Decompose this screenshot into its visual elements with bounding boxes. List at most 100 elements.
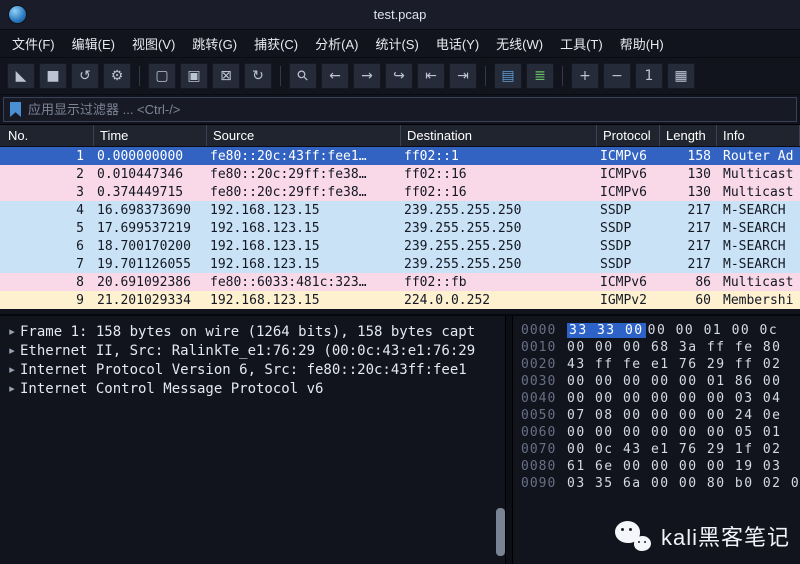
hex-bytes[interactable]: 07 08 00 00 00 00 24 0e <box>567 407 782 424</box>
last-packet-button[interactable]: ⇥ <box>449 63 477 89</box>
pane-splitter[interactable] <box>505 316 513 564</box>
hex-row[interactable]: 0000 33 33 00 00 00 01 00 0c <box>521 322 800 339</box>
hex-row[interactable]: 0040 00 00 00 00 00 00 03 04 <box>521 390 800 407</box>
packet-row[interactable]: 2 0.010447346 fe80::20c:29ff:fe38… ff02:… <box>0 165 800 183</box>
packet-row[interactable]: 1 0.000000000 fe80::20c:43ff:fee1… ff02:… <box>0 147 800 165</box>
hex-row[interactable]: 0060 00 00 00 00 00 00 05 01 <box>521 424 800 441</box>
hex-row[interactable]: 0090 03 35 6a 00 00 80 b0 02 0c <box>521 475 800 492</box>
restart-capture-button[interactable]: ↺ <box>71 63 99 89</box>
cell-no: 1 <box>76 148 84 164</box>
column-header-protocol[interactable]: Protocol <box>597 125 660 146</box>
menu-file[interactable]: 文件(F) <box>4 30 63 57</box>
hex-row[interactable]: 0020 43 ff fe e1 76 29 ff 02 <box>521 356 800 373</box>
hex-bytes[interactable]: 00 00 00 00 00 01 86 00 <box>567 373 782 390</box>
hex-bytes[interactable]: 03 35 6a 00 00 80 b0 02 0c <box>567 475 800 492</box>
first-packet-button[interactable]: ⇤ <box>417 63 445 89</box>
hex-row[interactable]: 0010 00 00 00 68 3a ff fe 80 <box>521 339 800 356</box>
open-file-button[interactable]: ▢ <box>148 63 176 89</box>
column-header-time[interactable]: Time <box>94 125 207 146</box>
stop-capture-button[interactable]: ■ <box>39 63 67 89</box>
menu-wireless[interactable]: 无线(W) <box>488 30 551 57</box>
cell-no: 5 <box>76 220 84 236</box>
hex-offset: 0070 <box>521 442 557 457</box>
search-icon: ⚲ <box>293 66 313 86</box>
column-header-destination[interactable]: Destination <box>401 125 597 146</box>
capture-options-button[interactable]: ⚙ <box>103 63 131 89</box>
cell-no: 8 <box>76 274 84 290</box>
menu-tools[interactable]: 工具(T) <box>552 30 611 57</box>
auto-scroll-button[interactable]: ▤ <box>494 63 522 89</box>
zoom-in-button[interactable]: + <box>571 63 599 89</box>
cell-length: 86 <box>695 274 711 290</box>
cell-destination: 224.0.0.252 <box>404 292 491 308</box>
stop-capture-icon: ■ <box>46 68 60 84</box>
hex-selected-bytes[interactable]: 33 33 00 <box>567 323 646 338</box>
packet-row[interactable]: 4 16.698373690 192.168.123.15 239.255.25… <box>0 201 800 219</box>
expander-icon[interactable]: ▸ <box>4 344 20 357</box>
toolbar-separator <box>562 66 563 86</box>
cell-info: Multicast <box>723 274 794 290</box>
close-file-button[interactable]: ⊠ <box>212 63 240 89</box>
menu-help[interactable]: 帮助(H) <box>612 30 672 57</box>
reload-file-button[interactable]: ↻ <box>244 63 272 89</box>
menu-capture[interactable]: 捕获(C) <box>246 30 306 57</box>
packet-row[interactable]: 3 0.374449715 fe80::20c:29ff:fe38… ff02:… <box>0 183 800 201</box>
menu-analyze[interactable]: 分析(A) <box>307 30 366 57</box>
start-capture-button[interactable]: ◣ <box>7 63 35 89</box>
hex-row[interactable]: 0070 00 0c 43 e1 76 29 1f 02 <box>521 441 800 458</box>
resize-columns-button[interactable]: ▦ <box>667 63 695 89</box>
cell-no: 3 <box>76 184 84 200</box>
hex-offset: 0080 <box>521 459 557 474</box>
filter-bookmark-icon[interactable] <box>10 102 21 117</box>
zoom-in-icon: + <box>579 68 591 84</box>
detail-frame[interactable]: ▸ Frame 1: 158 bytes on wire (1264 bits)… <box>4 322 505 341</box>
menu-edit[interactable]: 编辑(E) <box>64 30 123 57</box>
goto-packet-button[interactable]: ↪ <box>385 63 413 89</box>
detail-icmpv6[interactable]: ▸ Internet Control Message Protocol v6 <box>4 379 505 398</box>
find-packet-button[interactable]: ⚲ <box>289 63 317 89</box>
cell-length: 60 <box>695 292 711 308</box>
expander-icon[interactable]: ▸ <box>4 325 20 338</box>
cell-protocol: ICMPv6 <box>600 274 647 290</box>
cell-source: 192.168.123.15 <box>210 292 320 308</box>
column-header-info[interactable]: Info <box>717 125 800 146</box>
hex-bytes[interactable]: 00 0c 43 e1 76 29 1f 02 <box>567 441 782 458</box>
colorize-button[interactable]: ≣ <box>526 63 554 89</box>
hex-bytes[interactable]: 43 ff fe e1 76 29 ff 02 <box>567 356 782 373</box>
display-filter-input[interactable] <box>28 102 790 117</box>
column-header-source[interactable]: Source <box>207 125 401 146</box>
hex-bytes[interactable]: 00 00 01 00 0c <box>648 323 779 338</box>
cell-time: 19.701126055 <box>97 256 191 272</box>
detail-ipv6[interactable]: ▸ Internet Protocol Version 6, Src: fe80… <box>4 360 505 379</box>
column-header-no[interactable]: No. <box>0 125 94 146</box>
packet-row[interactable]: 8 20.691092386 fe80::6033:481c:323… ff02… <box>0 273 800 291</box>
hex-bytes[interactable]: 00 00 00 00 00 00 03 04 <box>567 390 782 407</box>
detail-ethernet[interactable]: ▸ Ethernet II, Src: RalinkTe_e1:76:29 (0… <box>4 341 505 360</box>
packet-row[interactable]: 5 17.699537219 192.168.123.15 239.255.25… <box>0 219 800 237</box>
detail-line-text: Internet Protocol Version 6, Src: fe80::… <box>20 361 467 378</box>
go-back-button[interactable]: ← <box>321 63 349 89</box>
hex-row[interactable]: 0080 61 6e 00 00 00 00 19 03 <box>521 458 800 475</box>
zoom-original-button[interactable]: 1 <box>635 63 663 89</box>
go-forward-button[interactable]: → <box>353 63 381 89</box>
hex-row[interactable]: 0050 07 08 00 00 00 00 24 0e <box>521 407 800 424</box>
zoom-out-button[interactable]: − <box>603 63 631 89</box>
save-file-button[interactable]: ▣ <box>180 63 208 89</box>
expander-icon[interactable]: ▸ <box>4 382 20 395</box>
hex-bytes[interactable]: 00 00 00 68 3a ff fe 80 <box>567 339 782 356</box>
packet-row[interactable]: 6 18.700170200 192.168.123.15 239.255.25… <box>0 237 800 255</box>
hex-bytes[interactable]: 00 00 00 00 00 00 05 01 <box>567 424 782 441</box>
column-header-length[interactable]: Length <box>660 125 717 146</box>
menu-view[interactable]: 视图(V) <box>124 30 183 57</box>
menu-statistics[interactable]: 统计(S) <box>367 30 426 57</box>
menu-telephony[interactable]: 电话(Y) <box>428 30 487 57</box>
packet-row[interactable]: 7 19.701126055 192.168.123.15 239.255.25… <box>0 255 800 273</box>
cell-length: 130 <box>687 166 711 182</box>
hex-row[interactable]: 0030 00 00 00 00 00 01 86 00 <box>521 373 800 390</box>
menu-go[interactable]: 跳转(G) <box>184 30 245 57</box>
hex-bytes[interactable]: 61 6e 00 00 00 00 19 03 <box>567 458 782 475</box>
cell-source: fe80::6033:481c:323… <box>210 274 367 290</box>
packet-row[interactable]: 9 21.201029334 192.168.123.15 224.0.0.25… <box>0 291 800 309</box>
detail-pane-scrollbar[interactable] <box>496 508 505 556</box>
expander-icon[interactable]: ▸ <box>4 363 20 376</box>
